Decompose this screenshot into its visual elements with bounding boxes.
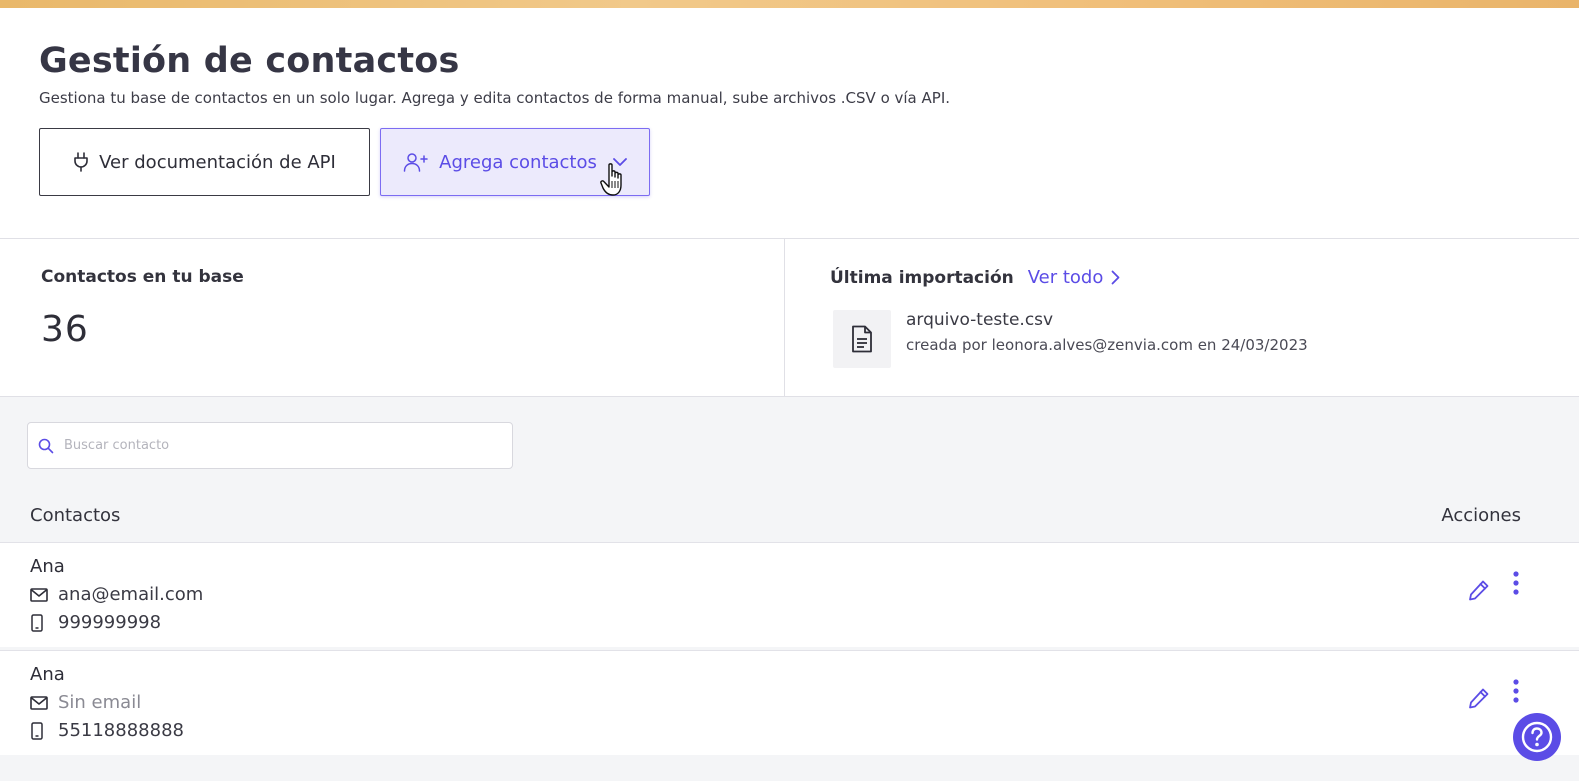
mobile-icon (30, 613, 58, 632)
view-all-label: Ver todo (1027, 267, 1104, 288)
file-name: arquivo-teste.csv (906, 310, 1054, 330)
contact-email: ana@email.com (30, 584, 203, 605)
plug-icon (73, 152, 89, 172)
contact-phone-value: 999999998 (58, 612, 162, 633)
contact-email: Sin email (30, 692, 141, 713)
top-accent-bar (0, 0, 1579, 8)
hand-cursor-icon (600, 162, 630, 202)
contacts-count-label: Contactos en tu base (41, 267, 244, 287)
api-docs-button-label: Ver documentación de API (99, 151, 336, 173)
pencil-icon[interactable] (1468, 687, 1490, 709)
contact-name: Ana (30, 556, 65, 577)
add-contacts-button-label: Agrega contactos (439, 151, 597, 173)
table-header: Contactos Acciones (0, 505, 1579, 543)
contact-phone: 55118888888 (30, 720, 184, 741)
user-plus-icon (403, 152, 429, 172)
help-circle-icon[interactable] (1513, 713, 1561, 761)
table-row[interactable]: Ana Sin email 55118888888 (0, 650, 1579, 755)
contacts-count-card: Contactos en tu base 36 (41, 267, 244, 350)
pencil-icon[interactable] (1468, 579, 1490, 601)
column-header-contacts: Contactos (30, 505, 121, 526)
column-header-actions: Acciones (1441, 505, 1521, 526)
chevron-right-icon (1111, 270, 1120, 285)
contact-phone: 999999998 (30, 612, 161, 633)
api-docs-button[interactable]: Ver documentación de API (39, 128, 370, 196)
page-header: Gestión de contactos Gestiona tu base de… (39, 38, 1239, 108)
stats-section: Contactos en tu base 36 Última importaci… (0, 239, 1579, 397)
page-title: Gestión de contactos (39, 41, 460, 81)
mail-icon (30, 587, 58, 602)
search-input[interactable] (64, 438, 484, 453)
file-text-icon (833, 310, 891, 368)
contact-phone-value: 55118888888 (58, 720, 184, 741)
last-import-card: Última importación Ver todo arquivo-test… (830, 267, 1530, 368)
contact-email-value: Sin email (58, 692, 142, 713)
view-all-link[interactable]: Ver todo (1028, 267, 1121, 288)
search-icon (38, 438, 54, 454)
last-import-file: arquivo-teste.csv creada por leonora.alv… (830, 310, 1530, 368)
mail-icon (30, 695, 58, 710)
more-vertical-icon[interactable] (1507, 571, 1525, 599)
contacts-list-section: Contactos Acciones Ana ana@email.com 999… (0, 397, 1579, 781)
contact-email-value: ana@email.com (58, 584, 204, 605)
mobile-icon (30, 721, 58, 740)
contacts-count-value: 36 (41, 309, 89, 350)
last-import-title: Última importación (830, 267, 1014, 288)
file-meta: creada por leonora.alves@zenvia.com en 2… (906, 336, 1308, 354)
page-subtitle: Gestiona tu base de contactos en un solo… (39, 89, 951, 107)
more-vertical-icon[interactable] (1507, 679, 1525, 707)
stats-divider (784, 239, 785, 397)
search-field[interactable] (27, 422, 513, 469)
table-row[interactable]: Ana ana@email.com 999999998 (0, 542, 1579, 647)
contact-name: Ana (30, 664, 65, 685)
